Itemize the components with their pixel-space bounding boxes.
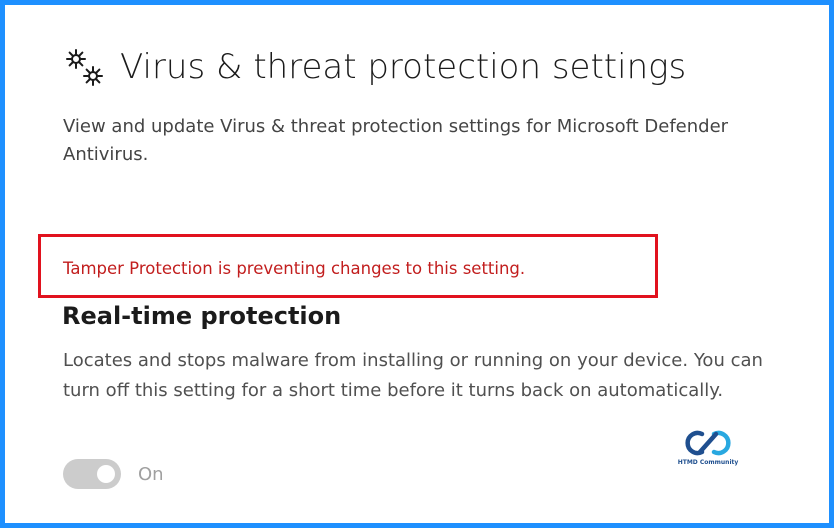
htmd-watermark: HTMD Community xyxy=(673,428,743,466)
settings-panel: Virus & threat protection settings View … xyxy=(5,5,829,523)
tamper-protection-warning: Tamper Protection is preventing changes … xyxy=(63,259,526,278)
realtime-protection-heading: Real-time protection xyxy=(62,302,342,330)
toggle-state-label: On xyxy=(138,463,164,485)
realtime-protection-description: Locates and stops malware from installin… xyxy=(63,350,763,401)
gears-icon xyxy=(64,47,108,91)
page-description: View and update Virus & threat protectio… xyxy=(63,116,729,165)
realtime-protection-toggle-row: On xyxy=(63,459,164,489)
htmd-logo xyxy=(685,430,731,456)
page-title: Virus & threat protection settings xyxy=(120,47,687,87)
toggle-knob xyxy=(97,465,115,483)
realtime-protection-toggle[interactable] xyxy=(63,459,121,489)
watermark-text: HTMD Community xyxy=(677,459,739,466)
